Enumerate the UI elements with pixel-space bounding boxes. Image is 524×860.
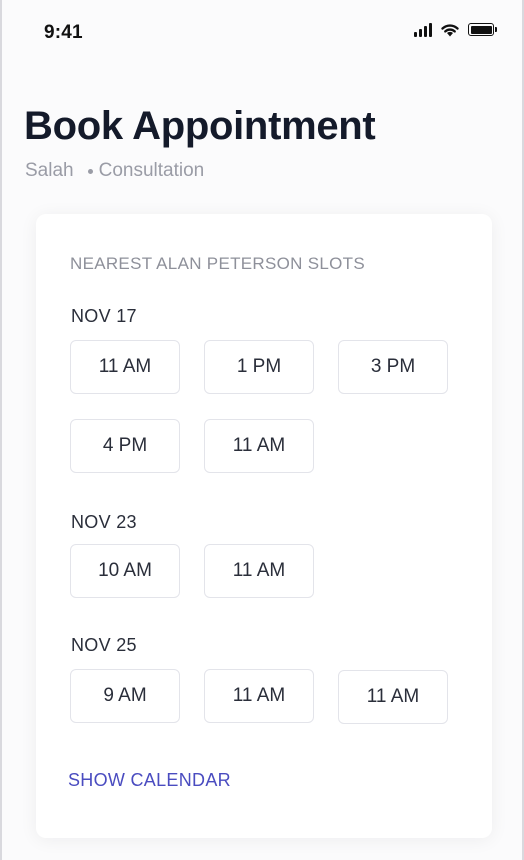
time-slot-button[interactable]: 3 PM (338, 340, 448, 394)
signal-icon (414, 22, 432, 37)
slots-card: NEAREST ALAN PETERSON SLOTS NOV 17 11 AM… (36, 214, 492, 838)
time-slot-button[interactable]: 11 AM (204, 669, 314, 723)
app-screen: 9:41 Book Appointment Salah Consultation… (0, 0, 524, 860)
service-name: Consultation (98, 160, 205, 181)
day-label-nov-23: NOV 23 (71, 512, 137, 532)
time-slot-button[interactable]: 11 AM (338, 670, 448, 724)
time-slot-button[interactable]: 1 PM (204, 340, 314, 394)
separator-dot (87, 168, 93, 174)
time-slot-button[interactable]: 11 AM (204, 544, 314, 598)
time-slot-button[interactable]: 9 AM (70, 669, 180, 723)
appointment-subtitle: Salah Consultation (25, 160, 204, 182)
time-slot-button[interactable]: 11 AM (204, 419, 314, 473)
status-time: 9:41 (44, 22, 83, 43)
page-title: Book Appointment (24, 104, 376, 148)
day-label-nov-25: NOV 25 (71, 635, 137, 655)
slots-heading: NEAREST ALAN PETERSON SLOTS (70, 254, 365, 273)
time-slot-button[interactable]: 4 PM (70, 419, 180, 473)
show-calendar-link[interactable]: SHOW CALENDAR (68, 770, 231, 791)
provider-name: Salah (25, 160, 74, 181)
time-slot-button[interactable]: 11 AM (70, 340, 180, 394)
wifi-icon (441, 24, 459, 37)
day-label-nov-17: NOV 17 (71, 306, 137, 326)
battery-icon (468, 23, 497, 36)
status-bar: 9:41 (2, 0, 522, 64)
status-icons (414, 22, 497, 37)
time-slot-button[interactable]: 10 AM (70, 544, 180, 598)
